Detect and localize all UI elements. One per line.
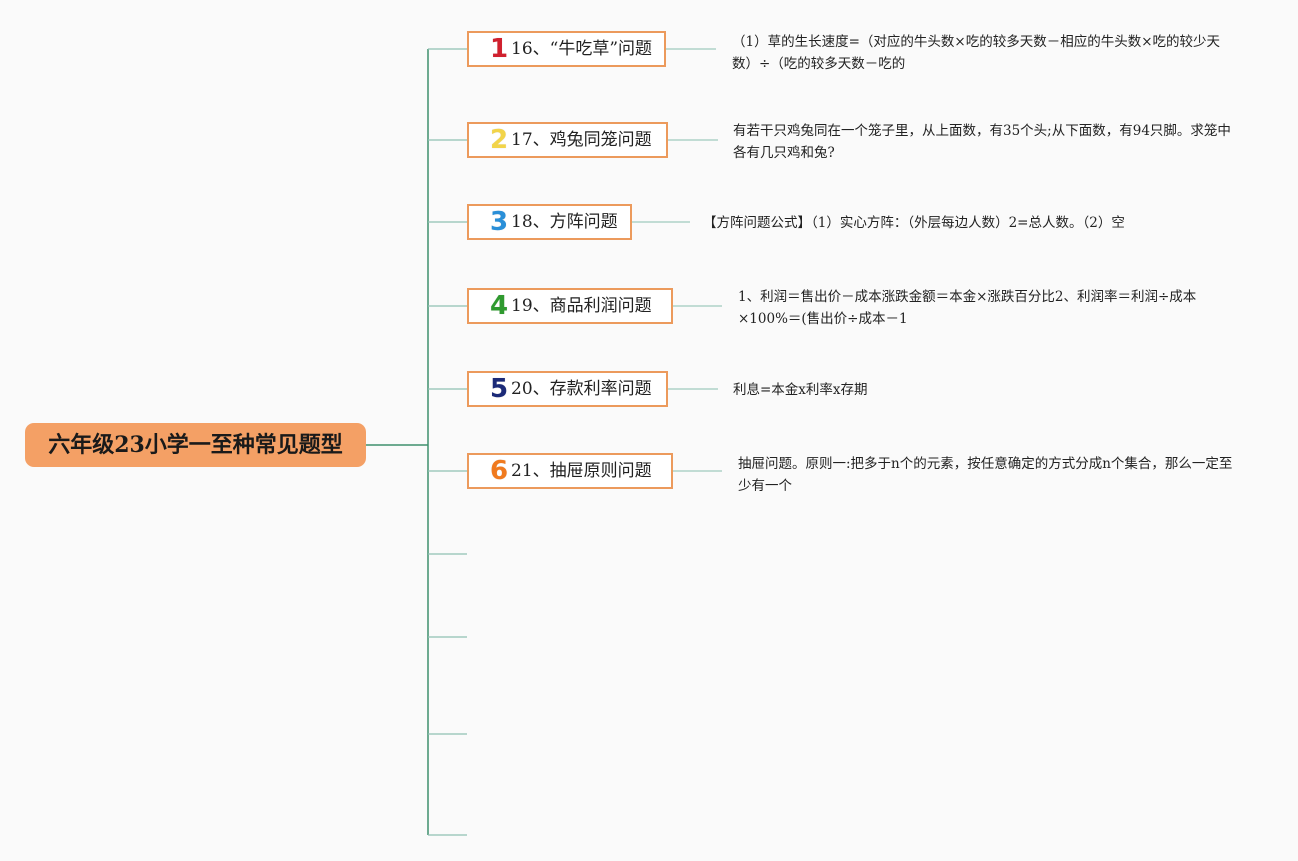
- number-3-icon: 3: [489, 207, 509, 237]
- topic-label-2: 17、鸡兔同笼问题: [511, 129, 652, 150]
- topic-label-6: 21、抽屉原则问题: [511, 460, 652, 481]
- topic-node-5[interactable]: 5 20、存款利率问题: [467, 371, 668, 407]
- topic-detail-4[interactable]: 1、利润＝售出价－成本涨跌金额＝本金×涨跌百分比2、利润率＝利润÷成本×100%…: [738, 286, 1208, 330]
- topic-node-2[interactable]: 2 17、鸡兔同笼问题: [467, 122, 668, 158]
- topic-node-1[interactable]: 1 16、“牛吃草”问题: [467, 31, 666, 67]
- number-4-icon: 4: [489, 291, 509, 321]
- topic-detail-1[interactable]: （1）草的生长速度=（对应的牛头数×吃的较多天数－相应的牛头数×吃的较少天数）÷…: [732, 31, 1232, 75]
- topic-node-3[interactable]: 3 18、方阵问题: [467, 204, 632, 240]
- topic-node-4[interactable]: 4 19、商品利润问题: [467, 288, 673, 324]
- number-5-icon: 5: [489, 374, 509, 404]
- topic-label-5: 20、存款利率问题: [511, 378, 652, 399]
- topic-detail-2[interactable]: 有若干只鸡兔同在一个笼子里，从上面数，有35个头;从下面数，有94只脚。求笼中各…: [733, 120, 1233, 164]
- topic-detail-6[interactable]: 抽屉问题。原则一:把多于n个的元素，按任意确定的方式分成n个集合，那么一定至少有…: [738, 453, 1238, 497]
- number-1-icon: 1: [489, 34, 509, 64]
- topic-detail-3[interactable]: 【方阵问题公式】（1）实心方阵：（外层每边人数）2=总人数。（2）空: [703, 212, 1223, 234]
- number-2-icon: 2: [489, 125, 509, 155]
- topic-label-1: 16、“牛吃草”问题: [511, 38, 653, 59]
- number-6-icon: 6: [489, 456, 509, 486]
- topic-label-3: 18、方阵问题: [511, 211, 618, 232]
- topic-detail-5[interactable]: 利息=本金x利率x存期: [733, 379, 1033, 401]
- root-topic[interactable]: 六年级23小学一至种常见题型: [25, 423, 366, 467]
- topic-node-6[interactable]: 6 21、抽屉原则问题: [467, 453, 673, 489]
- mind-map-canvas: 六年级23小学一至种常见题型 1 16、“牛吃草”问题 （1）草的生长速度=（对…: [0, 0, 1298, 861]
- topic-label-4: 19、商品利润问题: [511, 295, 652, 316]
